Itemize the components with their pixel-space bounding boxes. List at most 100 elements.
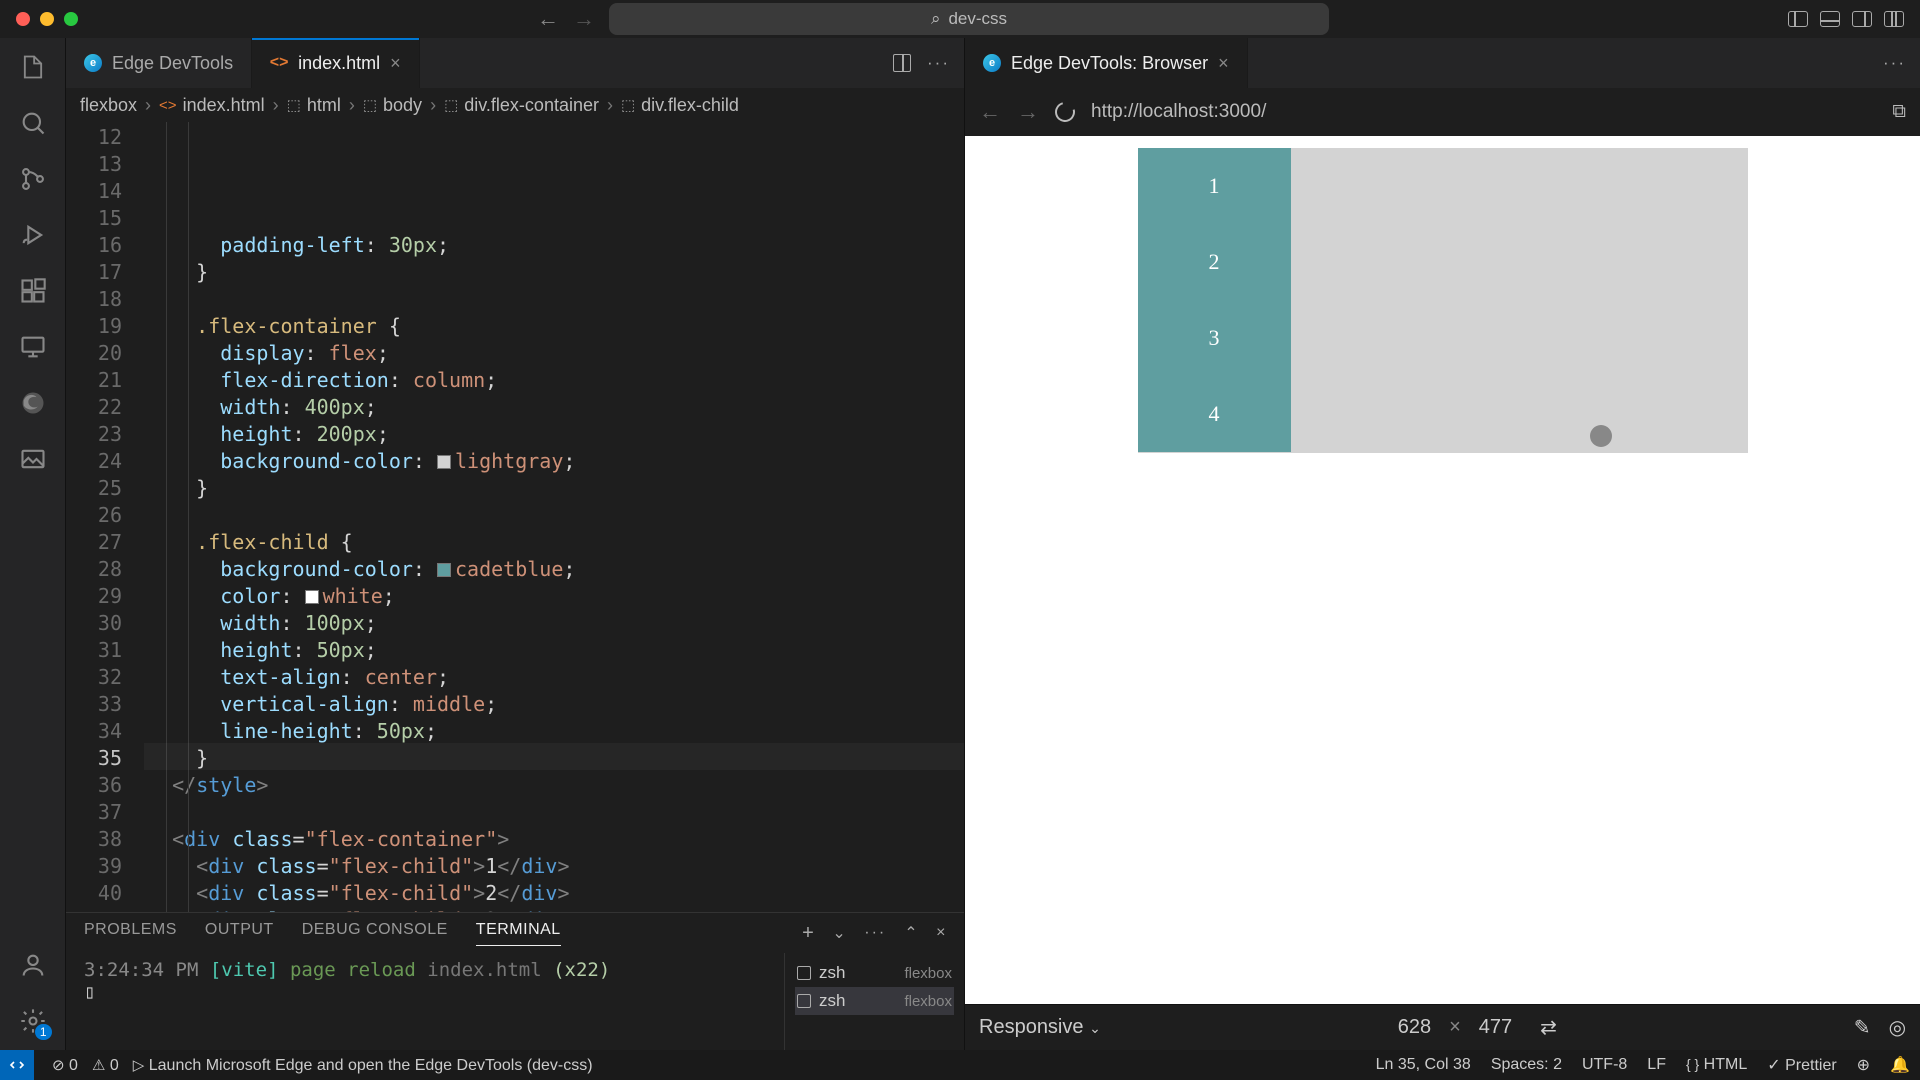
minimize-window[interactable]	[40, 12, 54, 26]
browser-reload-icon[interactable]	[1051, 98, 1078, 125]
element-icon: ⬚	[444, 96, 458, 114]
explorer-icon[interactable]	[18, 52, 48, 82]
tab-bar-right: e Edge DevTools: Browser × ···	[965, 38, 1920, 88]
panel-tab-debug-console[interactable]: DEBUG CONSOLE	[302, 921, 448, 945]
preview-flex-child: 2	[1138, 224, 1291, 300]
settings-gear-icon[interactable]: 1	[18, 1006, 48, 1036]
editor-group-right: e Edge DevTools: Browser × ··· ← → http:…	[965, 38, 1920, 1050]
editor-more-icon[interactable]: ···	[1883, 53, 1906, 73]
preview-flex-child: 1	[1138, 148, 1291, 224]
edit-icon[interactable]: ✎	[1854, 1015, 1871, 1040]
browser-back-icon[interactable]: ←	[979, 99, 1001, 125]
terminal-dropdown-icon[interactable]: ⌄	[832, 923, 846, 943]
edge-tools-icon[interactable]	[18, 388, 48, 418]
close-window[interactable]	[16, 12, 30, 26]
terminal-icon	[797, 994, 811, 1008]
tab-label: Edge DevTools: Browser	[1011, 53, 1208, 74]
breadcrumb[interactable]: flexbox› <>index.html› ⬚html› ⬚body› ⬚di…	[66, 88, 964, 122]
tab-label: Edge DevTools	[112, 53, 233, 74]
browser-toolbar: ← → http://localhost:3000/ ⧉	[965, 88, 1920, 136]
new-terminal-icon[interactable]: +	[802, 922, 814, 945]
status-language[interactable]: { } HTML	[1686, 1056, 1747, 1074]
zoom-window[interactable]	[64, 12, 78, 26]
tab-devtools-browser[interactable]: e Edge DevTools: Browser ×	[965, 38, 1248, 88]
screenshot-icon[interactable]: ◎	[1889, 1015, 1906, 1040]
panel-tab-problems[interactable]: PROBLEMS	[84, 921, 177, 945]
toggle-primary-sidebar-icon[interactable]	[1788, 11, 1808, 27]
panel-tab-output[interactable]: OUTPUT	[205, 921, 274, 945]
terminal-list: zshflexbox zshflexbox	[784, 953, 964, 1050]
terminal-session[interactable]: zshflexbox	[795, 959, 954, 987]
layout-controls	[1788, 11, 1904, 27]
image-preview-icon[interactable]	[18, 444, 48, 474]
activity-bar: 1	[0, 38, 66, 1050]
nav-forward[interactable]: →	[573, 6, 595, 32]
browser-forward-icon[interactable]: →	[1017, 99, 1039, 125]
status-feedback-icon[interactable]: ⊕	[1857, 1055, 1870, 1075]
viewport-height[interactable]: 477	[1479, 1016, 1512, 1039]
preview-flex-container: 1 2 3 4	[1138, 148, 1748, 453]
close-tab-icon[interactable]: ×	[390, 53, 401, 74]
dimension-separator: ×	[1449, 1016, 1461, 1039]
editor-group-left: e Edge DevTools <> index.html × ··· flex…	[66, 38, 965, 1050]
accounts-icon[interactable]	[18, 950, 48, 980]
device-mode[interactable]: Responsive ⌄	[979, 1016, 1101, 1039]
remote-indicator[interactable]	[0, 1050, 34, 1080]
status-prettier[interactable]: ✓ Prettier	[1767, 1055, 1836, 1075]
search-text: dev-css	[948, 9, 1007, 29]
extensions-icon[interactable]	[18, 276, 48, 306]
editor-more-icon[interactable]: ···	[927, 53, 950, 73]
panel-more-icon[interactable]: ···	[864, 924, 886, 942]
browser-url[interactable]: http://localhost:3000/	[1091, 101, 1876, 123]
html-file-icon: <>	[270, 54, 288, 72]
window-controls	[16, 12, 78, 26]
split-editor-icon[interactable]	[893, 54, 911, 72]
status-launch-task[interactable]: ▷ Launch Microsoft Edge and open the Edg…	[133, 1056, 593, 1075]
terminal-icon	[797, 966, 811, 980]
tab-edge-devtools[interactable]: e Edge DevTools	[66, 38, 252, 88]
titlebar: ← → ⌕ dev-css	[0, 0, 1920, 38]
remote-explorer-icon[interactable]	[18, 332, 48, 362]
customize-layout-icon[interactable]	[1884, 11, 1904, 27]
edge-icon: e	[84, 54, 102, 72]
edge-icon: e	[983, 54, 1001, 72]
source-control-icon[interactable]	[18, 164, 48, 194]
preview-viewport[interactable]: 1 2 3 4	[965, 136, 1920, 1004]
swap-dimensions-icon[interactable]: ⇄	[1540, 1015, 1557, 1040]
status-eol[interactable]: LF	[1647, 1056, 1666, 1074]
bottom-panel: PROBLEMS OUTPUT DEBUG CONSOLE TERMINAL +…	[66, 912, 964, 1050]
close-panel-icon[interactable]: ×	[936, 924, 946, 942]
search-activity-icon[interactable]	[18, 108, 48, 138]
status-cursor[interactable]: Ln 35, Col 38	[1376, 1056, 1471, 1074]
search-icon: ⌕	[931, 9, 941, 29]
status-bar: ⊘ 0 ⚠ 0 ▷ Launch Microsoft Edge and open…	[0, 1050, 1920, 1080]
tab-index-html[interactable]: <> index.html ×	[252, 38, 420, 88]
command-center[interactable]: ⌕ dev-css	[609, 3, 1329, 35]
viewport-width[interactable]: 628	[1398, 1016, 1431, 1039]
tab-bar-left: e Edge DevTools <> index.html × ···	[66, 38, 964, 88]
close-tab-icon[interactable]: ×	[1218, 53, 1229, 74]
terminal-session[interactable]: zshflexbox	[795, 987, 954, 1015]
status-errors[interactable]: ⊘ 0	[52, 1056, 78, 1075]
nav-back[interactable]: ←	[537, 6, 559, 32]
toggle-secondary-sidebar-icon[interactable]	[1852, 11, 1872, 27]
status-warnings[interactable]: ⚠ 0	[92, 1056, 119, 1075]
element-icon: ⬚	[363, 96, 377, 114]
panel-tab-terminal[interactable]: TERMINAL	[476, 921, 561, 946]
touch-cursor-icon	[1590, 425, 1612, 447]
code-editor[interactable]: 1213141516171819202122232425262728293031…	[66, 122, 964, 912]
preview-flex-child: 4	[1138, 376, 1291, 452]
settings-badge: 1	[35, 1024, 52, 1040]
maximize-panel-icon[interactable]: ⌃	[904, 923, 918, 943]
terminal-output[interactable]: 3:24:34 PM [vite] page reload index.html…	[66, 953, 784, 1050]
device-toolbar: Responsive ⌄ 628 × 477 ⇄ ✎ ◎	[965, 1004, 1920, 1050]
inspect-icon[interactable]: ⧉	[1892, 101, 1906, 123]
status-indent[interactable]: Spaces: 2	[1491, 1056, 1562, 1074]
element-icon: ⬚	[287, 96, 301, 114]
status-encoding[interactable]: UTF-8	[1582, 1056, 1627, 1074]
toggle-panel-icon[interactable]	[1820, 11, 1840, 27]
tab-label: index.html	[298, 53, 380, 74]
status-bell-icon[interactable]: 🔔	[1890, 1055, 1910, 1075]
html-icon: <>	[159, 97, 177, 114]
run-debug-icon[interactable]	[18, 220, 48, 250]
